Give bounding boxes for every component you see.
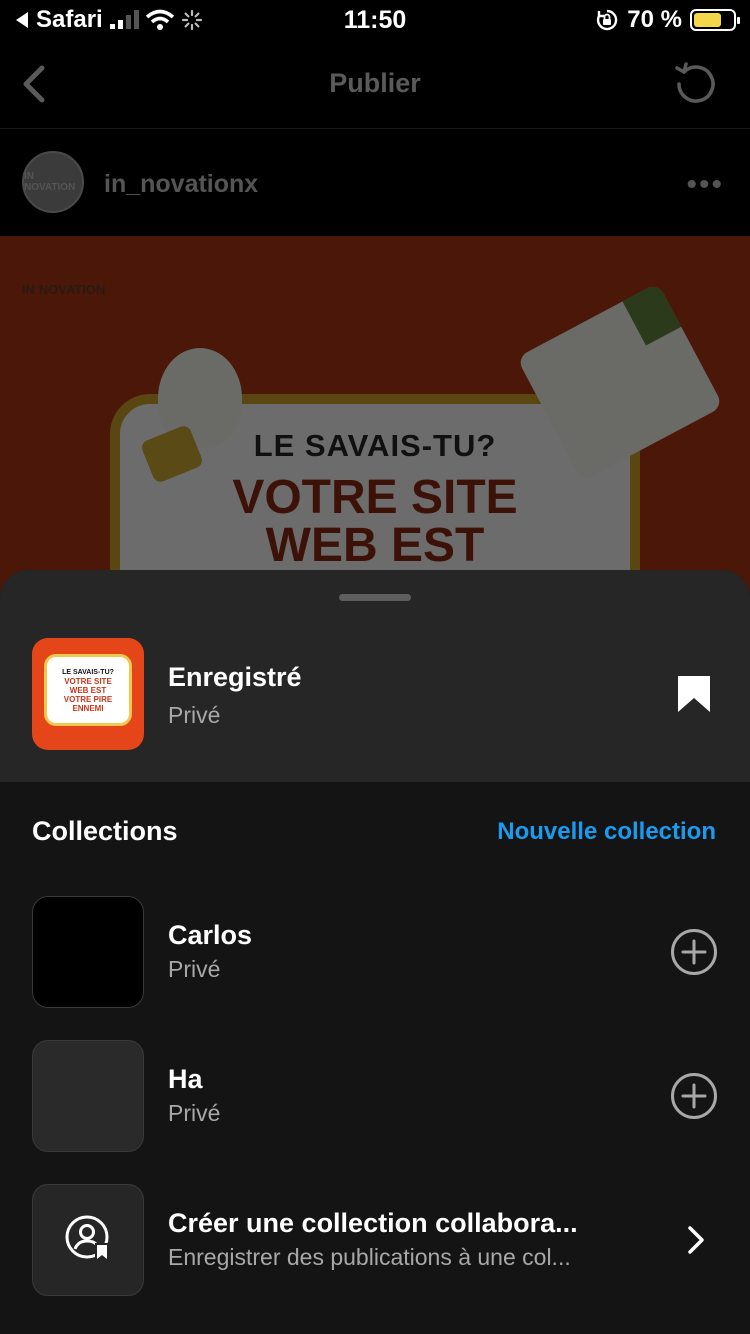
sheet-grabber[interactable] [339,594,411,601]
thumb-line: WEB EST [69,685,107,695]
bookmark-filled-icon[interactable] [676,674,712,714]
thumb-line: LE SAVAIS-TU? [62,668,114,676]
add-to-collection-icon[interactable] [670,1072,718,1120]
post-username[interactable]: in_novationx [104,170,258,199]
post-main-text-1: VOTRE SITE [232,471,518,524]
saved-thumbnail-card: LE SAVAIS-TU? VOTRE SITE WEB EST VOTRE P… [44,654,132,726]
orientation-lock-icon [597,9,618,31]
collection-thumbnail [32,1040,144,1152]
post-headline: LE SAVAIS-TU? [253,428,497,463]
create-collab-collection-row[interactable]: Créer une collection collabora... Enregi… [0,1184,750,1296]
post-logo: IN NOVATION [22,282,106,297]
chevron-right-icon [688,1226,704,1254]
post-author-row: IN NOVATION in_novationx ••• [0,130,750,236]
thumb-line: ENNEMI [72,703,104,713]
collection-title: Ha [168,1064,203,1094]
avatar-text: IN NOVATION [24,171,76,193]
saved-thumbnail: LE SAVAIS-TU? VOTRE SITE WEB EST VOTRE P… [32,638,144,750]
collections-heading: Collections [32,816,178,846]
thumb-line: VOTRE SITE [64,676,112,686]
avatar[interactable]: IN NOVATION [22,151,84,213]
collection-privacy: Privé [168,1100,221,1126]
battery-percent: 70 % [627,6,682,33]
add-to-collection-icon[interactable] [670,928,718,976]
collab-thumbnail [32,1184,144,1296]
collection-row-ha[interactable]: Ha Privé [0,1040,750,1152]
page-title: Publier [329,68,421,98]
battery-icon [690,9,740,31]
save-bottom-sheet: LE SAVAIS-TU? VOTRE SITE WEB EST VOTRE P… [0,570,750,1334]
new-collection-button[interactable]: Nouvelle collection [497,818,716,846]
collaborative-collection-icon [65,1215,109,1259]
collab-description: Enregistrer des publications à une col..… [168,1244,571,1270]
top-navigation: Publier [0,42,750,128]
refresh-icon[interactable] [672,60,720,108]
saved-section: LE SAVAIS-TU? VOTRE SITE WEB EST VOTRE P… [0,570,750,782]
collection-row-carlos[interactable]: Carlos Privé [0,896,750,1008]
more-options-icon[interactable]: ••• [686,168,724,202]
saved-privacy: Privé [168,702,221,728]
collab-title: Créer une collection collabora... [168,1208,578,1238]
status-bar: Safari 11:50 70 % [0,0,750,42]
collection-title: Carlos [168,920,253,950]
collection-thumbnail [32,896,144,1008]
post-image: IN NOVATION LE SAVAIS-TU? VOTRE SITE WEB… [0,236,750,596]
status-right: 70 % [595,6,740,34]
header-divider [0,128,750,129]
saved-title: Enregistré [168,662,302,692]
post-main-text-2: WEB EST [265,519,485,572]
thumb-line: VOTRE PIRE [63,694,113,704]
collection-privacy: Privé [168,956,221,982]
